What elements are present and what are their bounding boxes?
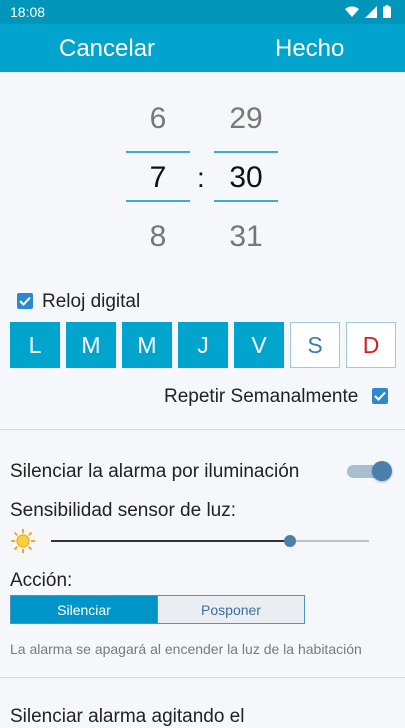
check-icon [19,296,31,306]
minute-next-value[interactable]: 31 [214,220,278,254]
sensitivity-label: Sensibilidad sensor de luz: [10,500,237,521]
hour-divider-bottom [126,200,190,202]
section-divider [0,429,405,430]
hour-current-value[interactable]: 7 [126,161,190,195]
status-time: 18:08 [10,4,46,20]
day-button[interactable]: S [290,322,340,368]
weekday-selector: L M M J V S D [10,322,402,368]
digital-clock-checkbox[interactable] [17,293,33,309]
action-label: Acción: [10,570,73,591]
hour-divider-top [126,151,190,153]
light-silence-hint: La alarma se apagará al encender la luz … [10,641,362,657]
check-icon [374,391,386,401]
wifi-icon [345,5,359,21]
light-silence-label: Silenciar la alarma por iluminación [10,461,300,482]
status-bar: 18:08 [0,0,405,24]
minute-divider-top [214,151,278,153]
sun-icon [10,528,36,559]
repeat-weekly-label: Repetir Semanalmente [164,386,359,407]
signal-icon [365,5,377,21]
slider-fill [51,540,290,542]
repeat-weekly-checkbox[interactable] [372,388,388,404]
slider-thumb[interactable] [283,535,296,547]
day-button[interactable]: M [66,322,116,368]
day-button[interactable]: M [122,322,172,368]
minute-divider-bottom [214,200,278,202]
toggle-thumb[interactable] [372,461,392,481]
day-button[interactable]: J [178,322,228,368]
section-divider [0,677,405,678]
sensitivity-slider[interactable] [51,535,369,547]
shake-silence-label: Silenciar alarma agitando el [10,706,245,727]
silence-action-button[interactable]: Silenciar [11,596,157,623]
day-button[interactable]: D [346,322,396,368]
day-button[interactable]: L [10,322,60,368]
time-separator: : [197,162,205,193]
cancel-button[interactable]: Cancelar [59,35,155,63]
day-button[interactable]: V [234,322,284,368]
snooze-action-button[interactable]: Posponer [157,596,304,623]
action-segmented-control: Silenciar Posponer [10,595,305,624]
app-bar: Cancelar Hecho [0,24,405,72]
hour-next-value[interactable]: 8 [126,220,190,254]
battery-icon [383,5,391,21]
minute-prev-value[interactable]: 29 [214,102,278,136]
minute-current-value[interactable]: 30 [214,161,278,195]
done-button[interactable]: Hecho [275,35,344,63]
digital-clock-label: Reloj digital [42,291,141,312]
status-icons [345,5,391,21]
hour-prev-value[interactable]: 6 [126,102,190,136]
